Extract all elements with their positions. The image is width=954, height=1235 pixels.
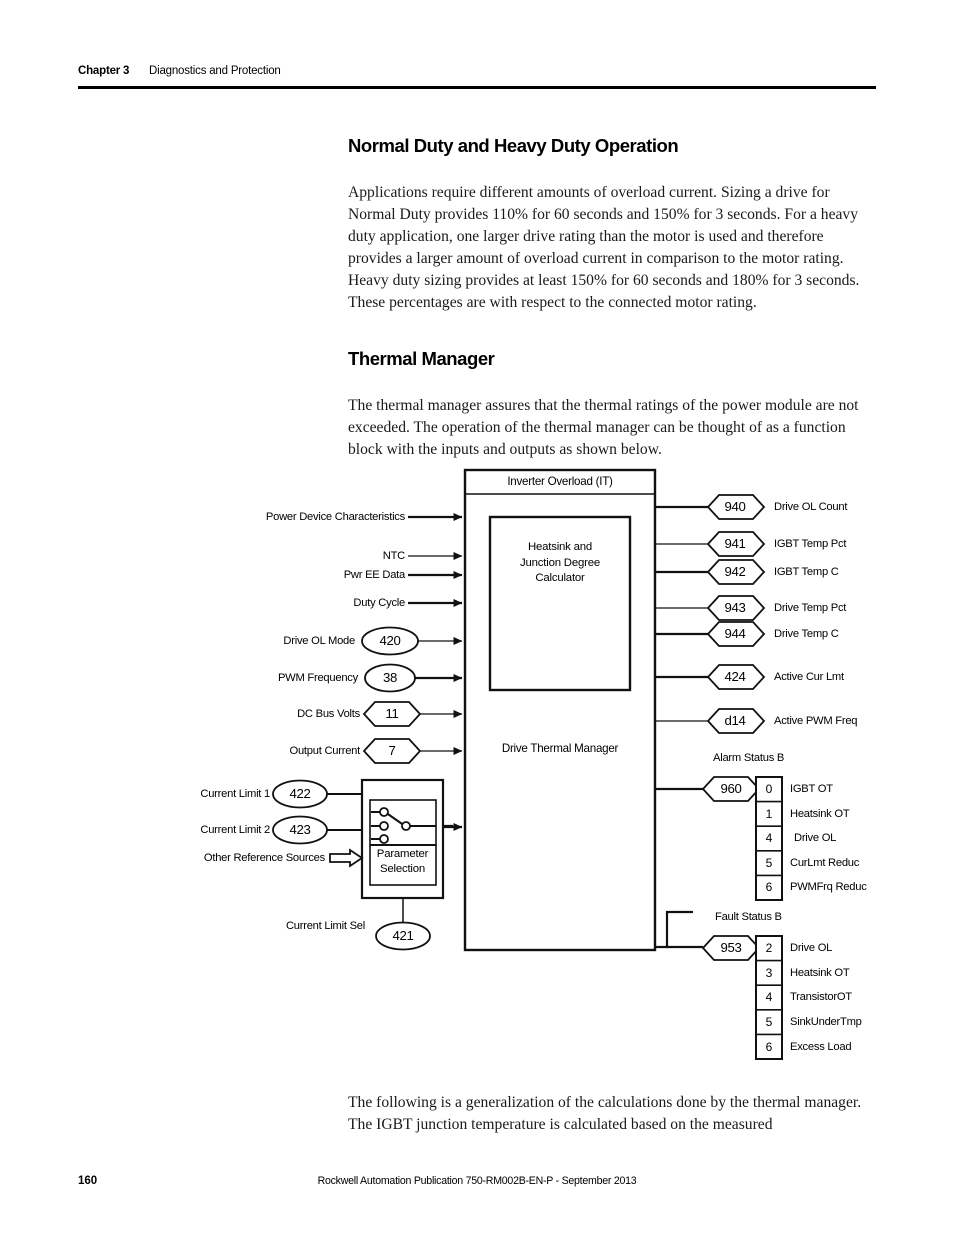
param-number-941: 941 <box>724 536 746 551</box>
switch-contact-1 <box>379 807 389 817</box>
fault-bit-number-3: 3 <box>765 966 773 980</box>
alarm-bit-number-5: 5 <box>765 856 773 870</box>
switch-contact-3 <box>379 834 389 844</box>
lead-out-953-route <box>655 910 693 949</box>
status-group-title-fault-status-b: Fault Status B <box>715 911 782 923</box>
alarm-bit-number-0: 0 <box>765 782 773 796</box>
fault-bit-label-drive-ol: Drive OL <box>790 942 833 954</box>
thermal-manager-block-diagram: Inverter Overload (IT) Heatsink and Junc… <box>0 0 954 1235</box>
param-number-11: 11 <box>385 706 399 721</box>
paragraph-closing: The following is a generalization of the… <box>348 1094 862 1134</box>
input-label-ntc: NTC <box>382 550 406 562</box>
param-number-d14: d14 <box>724 713 746 728</box>
document-page: Chapter 3 Diagnostics and Protection Nor… <box>0 0 954 1235</box>
status-group-title-alarm-status-b: Alarm Status B <box>713 752 785 764</box>
alarm-bit-label-heatsink-ot: Heatsink OT <box>790 808 850 820</box>
fault-bit-label-transistor-ot: TransistorOT <box>790 991 852 1003</box>
block-title-inverter-overload: Inverter Overload (IT) <box>507 475 613 488</box>
param-number-940: 940 <box>724 499 746 514</box>
alarm-bit-number-4: 4 <box>765 831 773 845</box>
switch-contact-2 <box>379 821 389 831</box>
inner-block-label: Heatsink and Junction Degree Calculator <box>490 540 630 587</box>
output-label-drive-ol-count: Drive OL Count <box>774 501 848 513</box>
input-label-output-current: Output Current <box>289 745 361 757</box>
param-number-38: 38 <box>382 670 398 685</box>
fault-bit-number-6: 6 <box>765 1040 773 1054</box>
alarm-bit-number-6: 6 <box>765 880 773 894</box>
input-label-drive-ol-mode: Drive OL Mode <box>283 635 355 647</box>
param-number-944: 944 <box>724 626 746 641</box>
param-number-943: 943 <box>724 600 746 615</box>
alarm-bit-label-pwmfrq-reduc: PWMFrq Reduc <box>790 881 867 893</box>
input-label-current-limit-sel: Current Limit Sel <box>285 920 365 932</box>
outer-block-label: Drive Thermal Manager <box>501 742 619 755</box>
param-number-423: 423 <box>289 822 311 837</box>
input-label-power-device-characteristics: Power Device Characteristics <box>265 511 405 523</box>
parameter-selection-line-1: Parameter <box>376 848 429 860</box>
param-number-421: 421 <box>392 928 414 943</box>
input-label-other-reference-sources: Other Reference Sources <box>203 852 325 864</box>
fault-bit-number-5: 5 <box>765 1015 773 1029</box>
switch-common-contact <box>401 821 411 831</box>
fault-bit-label-heatsink-ot: Heatsink OT <box>790 967 850 979</box>
inner-block-line-3: Calculator <box>535 572 585 584</box>
fault-bit-label-excess-load: Excess Load <box>790 1041 852 1053</box>
publication-line: Rockwell Automation Publication 750-RM00… <box>317 1175 637 1187</box>
parameter-selection-label: Parameter Selection <box>362 847 443 877</box>
input-label-pwr-ee-data: Pwr EE Data <box>343 569 406 581</box>
input-label-current-limit-2: Current Limit 2 <box>200 824 270 836</box>
block-arrow-other-reference-sources <box>329 848 364 868</box>
input-label-duty-cycle: Duty Cycle <box>353 597 405 609</box>
input-label-dc-bus-volts: DC Bus Volts <box>297 708 360 720</box>
alarm-bit-label-igbt-ot: IGBT OT <box>790 783 833 795</box>
alarm-bit-label-curlmt-reduc: CurLmt Reduc <box>790 857 860 869</box>
alarm-bit-number-1: 1 <box>765 807 773 821</box>
output-label-drive-temp-pct: Drive Temp Pct <box>774 602 847 614</box>
output-label-active-pwm-freq: Active PWM Freq <box>774 715 858 727</box>
fault-bit-label-sinkundertmp: SinkUnderTmp <box>790 1016 862 1028</box>
inner-block-line-1: Heatsink and <box>527 541 593 553</box>
output-label-igbt-temp-pct: IGBT Temp Pct <box>774 538 847 550</box>
input-label-pwm-frequency: PWM Frequency <box>277 672 358 684</box>
fault-bit-number-4: 4 <box>765 990 773 1004</box>
param-number-420: 420 <box>379 633 401 648</box>
param-number-422: 422 <box>289 786 311 801</box>
param-number-953: 953 <box>720 940 742 955</box>
param-number-424: 424 <box>724 669 746 684</box>
input-label-current-limit-1: Current Limit 1 <box>200 788 270 800</box>
param-number-942: 942 <box>724 564 746 579</box>
param-number-7: 7 <box>388 743 396 758</box>
alarm-bit-label-drive-ol: Drive OL <box>794 832 837 844</box>
inner-block-line-2: Junction Degree <box>520 556 600 569</box>
output-label-igbt-temp-c: IGBT Temp C <box>774 566 839 578</box>
output-label-active-cur-lmt: Active Cur Lmt <box>774 671 844 683</box>
output-label-drive-temp-c: Drive Temp C <box>774 628 839 640</box>
parameter-selection-line-2: Selection <box>379 863 426 875</box>
param-number-960: 960 <box>720 781 742 796</box>
fault-bit-number-2: 2 <box>765 941 773 955</box>
